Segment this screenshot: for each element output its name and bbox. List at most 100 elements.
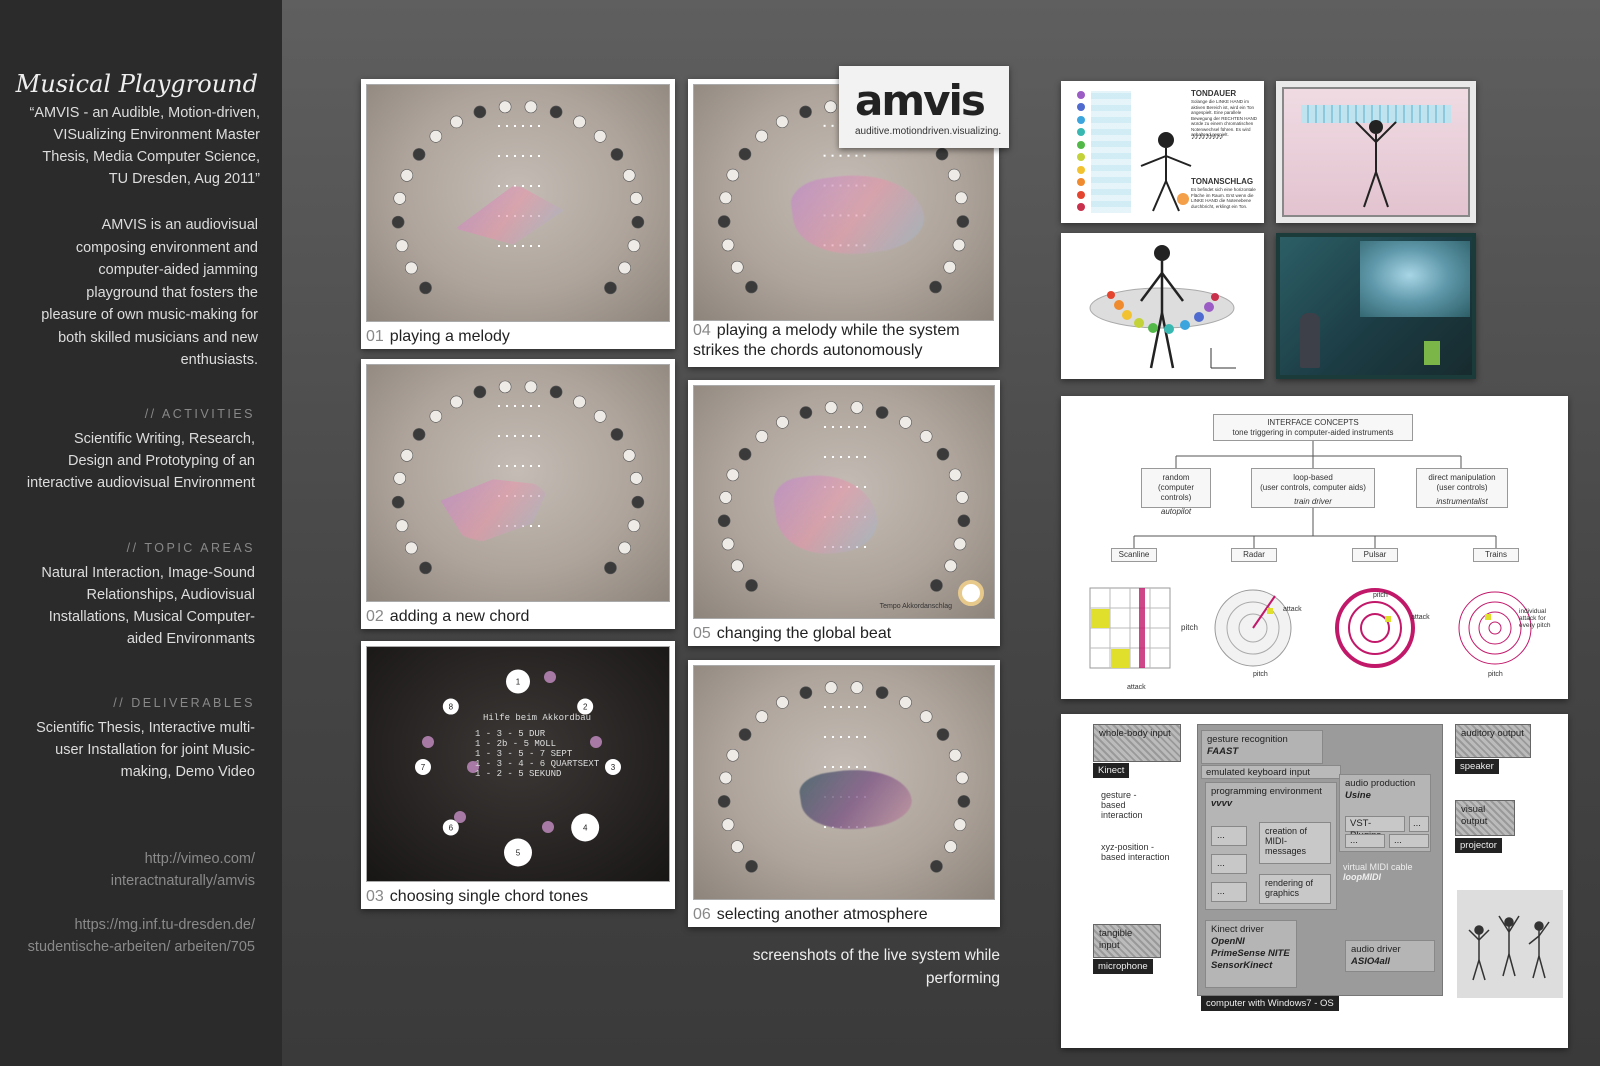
note-dot	[573, 395, 586, 409]
grid-dot	[498, 185, 500, 187]
users-stick-figures-icon	[1468, 915, 1550, 981]
sketch-room	[1276, 81, 1476, 223]
concept-direct-manipulation: direct manipulation (user controls) instru…	[1416, 468, 1508, 508]
grid-dot	[864, 426, 866, 428]
note-dot	[622, 449, 636, 462]
sharp-flat-dot[interactable]	[422, 736, 434, 748]
note-dot	[629, 192, 643, 205]
grid-dot	[824, 826, 826, 828]
note-dot	[631, 215, 645, 229]
grid-dot	[856, 736, 858, 738]
chord-tone[interactable]: 6	[442, 819, 459, 836]
radar-icon	[1214, 589, 1292, 667]
note-dot	[947, 168, 961, 182]
note-dot	[953, 537, 967, 551]
university-link[interactable]: https://mg.inf.tu-dresden.de/ studentisc…	[25, 914, 255, 958]
grid-dot	[864, 486, 866, 488]
scanline-grid-icon	[1089, 587, 1171, 669]
note-dot	[953, 818, 967, 831]
note-dot	[593, 410, 607, 423]
grid-dot	[538, 245, 540, 247]
tonanschlag-text: Es befindet sich eine horizontale Fläche…	[1191, 187, 1256, 209]
grid-dot	[839, 154, 842, 157]
chord-tone[interactable]: 1	[506, 669, 530, 694]
note-dot	[738, 147, 752, 161]
grid-dot	[848, 706, 850, 708]
logo-tagline: auditive.motiondriven.visualizing.	[855, 126, 1002, 137]
sharp-flat-dot[interactable]	[454, 811, 466, 823]
module-placeholder: ...	[1211, 882, 1247, 902]
note-dot	[721, 537, 735, 551]
note-dot	[799, 406, 813, 419]
grid-dot	[522, 125, 524, 127]
grid-dot	[831, 154, 834, 157]
grid-dot	[848, 456, 850, 458]
screenshot-image	[366, 364, 670, 602]
grid-dot	[506, 155, 508, 157]
note-dot	[731, 559, 744, 573]
screenshot-image: Tempo Akkordanschlag	[693, 385, 995, 619]
grid-dot	[506, 405, 508, 407]
grid-dot	[498, 405, 500, 407]
screenshot-05: Tempo Akkordanschlag 05 changing the glob…	[688, 380, 1000, 646]
sharp-flat-dot[interactable]	[542, 821, 554, 833]
note-dot	[629, 472, 643, 485]
grid-dot	[514, 245, 516, 247]
chord-tone[interactable]: 8	[442, 698, 459, 715]
note-dot	[419, 281, 432, 295]
note-dot	[405, 541, 418, 555]
chord-tone[interactable]: 5	[504, 838, 532, 867]
note-dot	[450, 395, 463, 409]
chord-tone-label: 1	[516, 678, 521, 687]
chord-tone[interactable]: 4	[571, 813, 600, 842]
note-dot	[429, 130, 443, 143]
chord-row: 1 - 2 - 5 SEKUND	[475, 769, 562, 779]
vimeo-link[interactable]: http://vimeo.com/ interactnaturally/amvi…	[105, 848, 255, 892]
note-dot	[936, 728, 950, 741]
amvis-logo: amvis auditive.motiondriven.visualizing.	[839, 66, 1009, 148]
grid-dot	[848, 766, 850, 768]
note-dot	[627, 239, 641, 253]
type-scanline: Scanline	[1111, 548, 1157, 562]
note-dot	[824, 401, 838, 414]
chord-tone[interactable]: 7	[415, 759, 431, 775]
note-dot	[943, 260, 956, 274]
attack-label: attack	[1283, 606, 1302, 613]
grid-dot	[823, 154, 826, 157]
tondauer-heading: TONDAUER	[1191, 89, 1237, 98]
note-dot	[419, 561, 432, 575]
grid-dot	[840, 456, 842, 458]
chord-tone[interactable]: 3	[605, 759, 621, 775]
note-dot	[824, 100, 837, 114]
caption-05: 05 changing the global beat	[693, 625, 892, 642]
note-dot	[948, 468, 962, 482]
note-dot	[738, 447, 752, 461]
pitch-label: pitch	[1488, 671, 1503, 678]
grid-dot	[506, 245, 508, 247]
grid-dot	[530, 405, 532, 407]
pitch-label: pitch	[1253, 671, 1268, 678]
vst-plugins-box: VST-Plugins	[1345, 816, 1405, 841]
note-dot	[395, 239, 409, 253]
note-dot	[721, 238, 735, 252]
note-dot	[731, 260, 744, 274]
note-dot	[429, 410, 443, 423]
logo-word: amvis	[855, 76, 986, 125]
note-dot	[498, 380, 512, 394]
chord-tone-label: 4	[583, 823, 588, 832]
screenshot-06: 06 selecting another atmosphere	[688, 660, 1000, 927]
grid-dot	[506, 185, 508, 187]
note-dot	[775, 115, 789, 129]
module-placeholder: ...	[1389, 834, 1429, 848]
note-dot	[745, 859, 758, 873]
note-dot	[610, 428, 624, 441]
note-dot	[954, 191, 968, 205]
chord-tone-label: 6	[449, 823, 454, 832]
grid-dot	[514, 125, 516, 127]
note-dot	[755, 129, 768, 143]
grid-dot	[840, 736, 842, 738]
note-dot	[776, 696, 789, 709]
note-dot	[395, 519, 409, 533]
note-dot	[412, 148, 426, 161]
sharp-flat-dot[interactable]	[544, 671, 556, 683]
